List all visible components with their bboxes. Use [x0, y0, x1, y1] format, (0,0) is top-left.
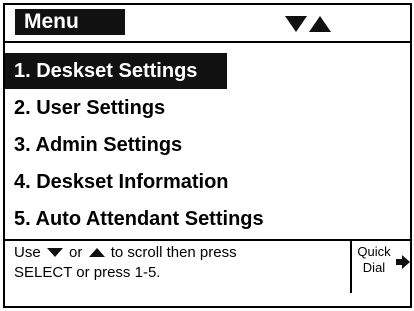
- softkey-label-line1: Quick: [357, 244, 391, 259]
- quick-dial-softkey[interactable]: Quick Dial: [350, 241, 412, 293]
- menu-item-deskset-information[interactable]: 4. Deskset Information: [5, 164, 229, 200]
- help-text-scroll: to scroll then press: [110, 244, 237, 261]
- scroll-indicator: [283, 14, 333, 34]
- triangle-up-icon: [309, 16, 331, 32]
- menu-item-admin-settings[interactable]: 3. Admin Settings: [5, 127, 182, 163]
- softkey-label: Quick Dial: [355, 244, 393, 276]
- help-text-use: Use: [14, 244, 41, 261]
- title-bar: Menu: [5, 5, 410, 43]
- menu-item-auto-attendant-settings[interactable]: 5. Auto Attendant Settings: [5, 201, 264, 237]
- menu-item-user-settings[interactable]: 2. User Settings: [5, 90, 165, 126]
- help-text-line2: SELECT or press 1-5.: [14, 264, 161, 281]
- help-text: Use or to scroll then press SELECT or pr…: [14, 243, 344, 283]
- triangle-up-icon: [88, 248, 105, 257]
- menu-title: Menu: [15, 9, 125, 35]
- phone-display: Menu 1. Deskset Settings 2. User Setting…: [3, 3, 412, 308]
- triangle-down-icon: [285, 16, 307, 32]
- help-footer: Use or to scroll then press SELECT or pr…: [5, 239, 410, 310]
- triangle-down-icon: [46, 248, 63, 257]
- softkey-label-line2: Dial: [362, 260, 386, 275]
- arrow-right-icon: [396, 255, 410, 269]
- help-text-or: or: [69, 244, 83, 261]
- menu-item-deskset-settings[interactable]: 1. Deskset Settings: [5, 53, 227, 89]
